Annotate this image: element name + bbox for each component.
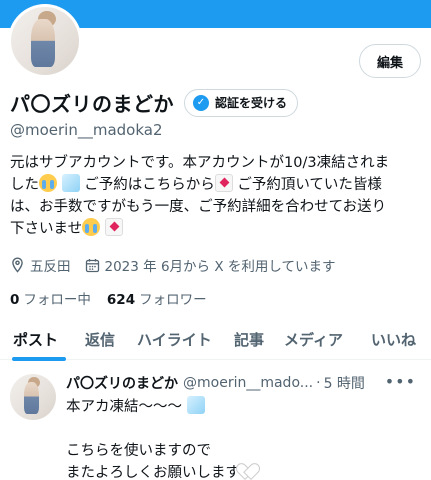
bio-line: した ご予約はこちらから ご予約頂いていた皆様 — [10, 174, 426, 196]
love-letter-emoji-icon — [214, 174, 233, 192]
profile-handle: @moerin__madoka2 — [10, 121, 163, 139]
joined-item: 2023 年 6月から X を利用しています — [85, 255, 336, 275]
ice-emoji-icon — [186, 396, 205, 414]
location-item: 五反田 — [10, 255, 71, 275]
post-text-1: 本アカ凍結〜〜〜 — [66, 399, 182, 415]
profile-avatar[interactable] — [8, 4, 82, 78]
tab-likes[interactable]: いいね — [371, 318, 416, 360]
tab-highlights[interactable]: ハイライト — [137, 318, 212, 360]
get-verified-button[interactable]: ✓ 認証を受ける — [184, 88, 299, 117]
post-line: またよろしくお願いします — [66, 462, 258, 480]
edit-profile-button[interactable]: 編集 — [359, 44, 421, 78]
followers-label: フォロワー — [139, 292, 207, 308]
bio-line: は、お手数ですがもう一度、ご予約詳細を合わせてお送り — [10, 199, 387, 215]
location-icon — [10, 257, 25, 273]
following-link[interactable]: 0 フォロー中 — [10, 288, 91, 308]
post-author-name[interactable]: パ〇ズリのまどか — [66, 373, 178, 393]
post-avatar[interactable] — [10, 374, 56, 420]
bio-text: 下さいませ — [10, 221, 83, 237]
follow-stats: 0 フォロー中 624 フォロワー — [10, 288, 223, 308]
love-letter-emoji-icon — [104, 218, 123, 236]
bio-text: ご予約はこちらから — [84, 177, 215, 193]
following-count: 0 — [10, 292, 20, 308]
bio-line: 下さいませ — [10, 218, 426, 240]
post-line: 本アカ凍結〜〜〜 — [66, 396, 258, 418]
post-separator: · — [316, 375, 321, 391]
profile-meta: 五反田 2023 年 6月から X を利用しています — [10, 255, 349, 275]
post-item[interactable]: パ〇ズリのまどか @moerin__mado... · 5 時間 ••• 本アカ… — [0, 362, 431, 480]
display-name: パ〇ズリのまどか — [10, 92, 174, 116]
bio-line: 元はサブアカウントです。本アカウントが10/3凍結されま — [10, 155, 390, 171]
tab-articles[interactable]: 記事 — [234, 318, 264, 360]
tab-media[interactable]: メディア — [284, 318, 343, 360]
joined-text: 2023 年 6月から X を利用しています — [104, 259, 336, 275]
followers-link[interactable]: 624 フォロワー — [107, 288, 207, 308]
profile-tabs: ポスト 返信 ハイライト 記事 メディア いいね — [0, 318, 431, 361]
white-heart-emoji-icon — [240, 462, 258, 480]
sob-emoji-icon — [39, 174, 57, 192]
followers-count: 624 — [106, 292, 136, 308]
bio-text: した — [10, 177, 39, 193]
post-text-3: またよろしくお願いします — [66, 465, 240, 480]
following-label: フォロー中 — [23, 292, 91, 308]
profile-bio: 元はサブアカウントです。本アカウントが10/3凍結されま した ご予約はこちらか… — [10, 152, 426, 240]
active-tab-indicator — [12, 357, 66, 361]
post-timestamp[interactable]: 5 時間 — [324, 373, 365, 393]
more-icon[interactable]: ••• — [385, 372, 416, 391]
bio-text: ご予約頂いていた皆様 — [237, 177, 382, 193]
post-author-handle[interactable]: @moerin__mado... — [183, 375, 313, 391]
get-verified-label: 認証を受ける — [215, 96, 288, 110]
sob-emoji-icon — [82, 218, 101, 236]
post-header: パ〇ズリのまどか @moerin__mado... · 5 時間 ••• — [66, 372, 424, 393]
verified-badge-icon: ✓ — [193, 94, 209, 111]
location-text: 五反田 — [30, 259, 71, 275]
name-row: パ〇ズリのまどか ✓ 認証を受ける — [10, 88, 299, 117]
calendar-icon — [85, 258, 100, 273]
tab-replies[interactable]: 返信 — [85, 318, 115, 360]
post-line: こちらを使いますので — [66, 443, 211, 459]
ice-emoji-icon — [61, 174, 80, 192]
post-body: 本アカ凍結〜〜〜 こちらを使いますので またよろしくお願いします — [66, 396, 258, 480]
tab-posts[interactable]: ポスト — [13, 318, 58, 360]
